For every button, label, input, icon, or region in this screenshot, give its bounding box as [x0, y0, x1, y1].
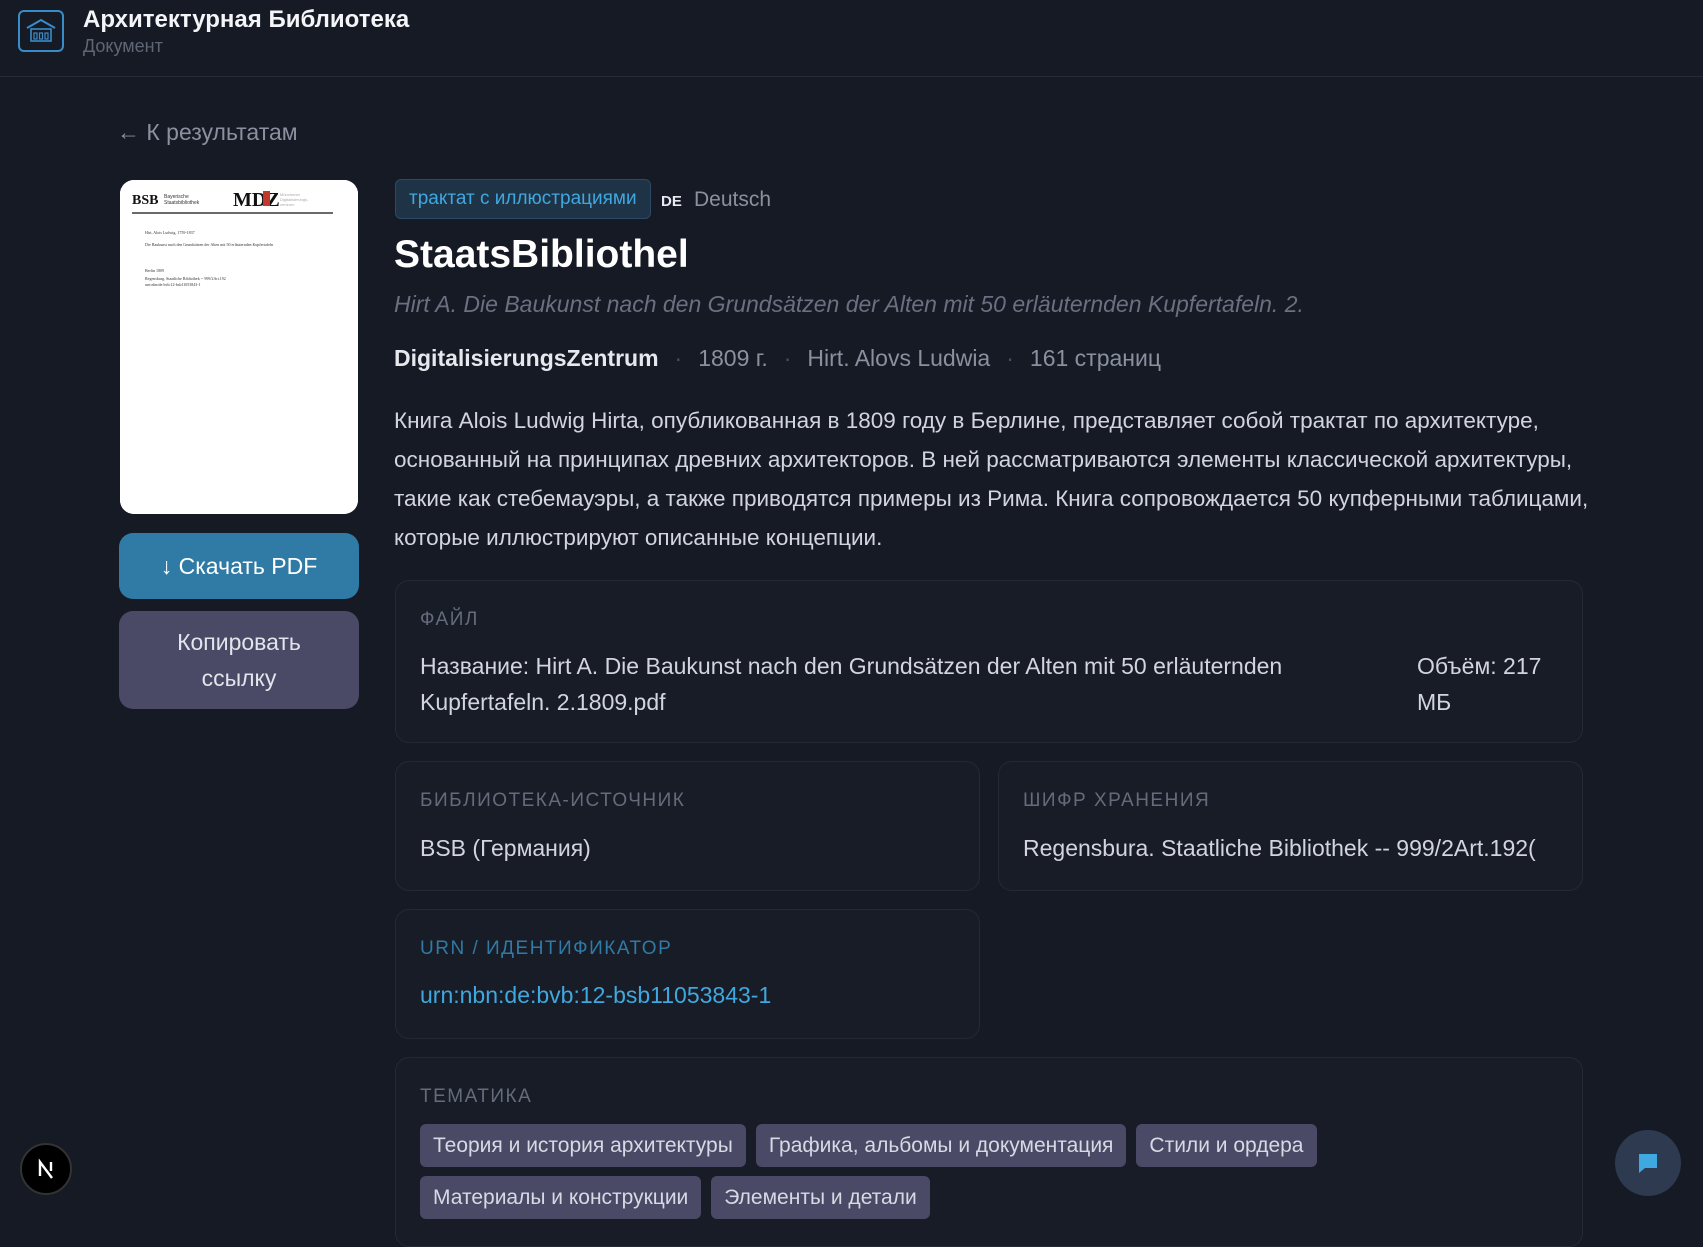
app-title: Архитектурная Библиотека [83, 6, 410, 33]
publisher: DigitalisierungsZentrum [394, 345, 659, 371]
file-card-label: ФАЙЛ [420, 609, 479, 630]
language-name: Deutsch [694, 188, 772, 211]
document-subtitle: Hirt A. Die Baukunst nach den Grundsätze… [394, 291, 1304, 317]
topic-tag[interactable]: Стили и ордера [1136, 1124, 1317, 1167]
source-library-label: БИБЛИОТЕКА-ИСТОЧНИК [420, 790, 686, 811]
urn-label: URN / ИДЕНТИФИКАТОР [420, 938, 673, 959]
cover-page-image: BSB Bayerische Staatsbibliothek MDZ Münc… [120, 180, 358, 514]
copy-link-button[interactable]: Копировать ссылку [119, 611, 359, 709]
file-size: Объём: 217 МБ [1417, 653, 1542, 715]
app-subtitle: Документ [83, 36, 163, 56]
topic-tags: Теория и история архитектуры Графика, ал… [420, 1124, 1520, 1219]
cover-line-place: Berlin 1809 [145, 268, 164, 273]
language-code: DE [661, 193, 682, 210]
file-name: Название: Hirt A. Die Baukunst nach den … [420, 653, 1283, 715]
urn-link[interactable]: urn:nbn:de:bvb:12-bsb11053843-1 [420, 982, 771, 1009]
document-meta: DigitalisierungsZentrum · 1809 г. · Hirt… [394, 345, 1161, 372]
svg-text:Staatsbibliothek: Staatsbibliothek [164, 200, 200, 206]
library-building-icon[interactable] [18, 10, 64, 52]
topic-tag[interactable]: Графика, альбомы и документация [755, 1124, 1127, 1167]
document-description: Книга Alois Ludwig Hirta, опубликованная… [394, 408, 1589, 550]
next-js-icon[interactable] [20, 1143, 72, 1195]
meta-separator: · [674, 345, 683, 371]
svg-text:zentrum: zentrum [280, 202, 295, 207]
document-cover-thumbnail[interactable]: BSB Bayerische Staatsbibliothek MDZ Münc… [120, 180, 358, 514]
source-library-value: BSB (Германия) [420, 835, 591, 861]
cover-line-title: Die Baukunst nach den Grundsätzen der Al… [145, 242, 273, 247]
shelfmark-value: Regensbura. Staatliche Bibliothek -- 999… [1023, 835, 1536, 861]
author: Hirt. Alovs Ludwia [807, 345, 991, 371]
year: 1809 г. [698, 345, 768, 371]
meta-separator: · [783, 345, 792, 371]
shelfmark-label: ШИФР ХРАНЕНИЯ [1023, 790, 1211, 811]
topic-tag[interactable]: Элементы и детали [711, 1176, 930, 1219]
source-library-card: БИБЛИОТЕКА-ИСТОЧНИК BSB (Германия) [395, 761, 980, 891]
chat-bubble-icon[interactable] [1615, 1130, 1681, 1196]
meta-separator: · [1006, 345, 1014, 371]
topic-tag[interactable]: Теория и история архитектуры [420, 1124, 746, 1167]
document-type-badge: трактат с иллюстрациями [395, 179, 651, 219]
app-header: Архитектурная Библиотека Документ [0, 0, 1703, 77]
page-count: 161 страниц [1029, 345, 1162, 371]
urn-card: URN / ИДЕНТИФИКАТОР urn:nbn:de:bvb:12-bs… [395, 909, 980, 1039]
download-pdf-button[interactable]: ↓ Скачать PDF [119, 533, 359, 599]
document-title: StaatsBibliothel [394, 233, 689, 276]
back-to-results-link[interactable]: ← К результатам [117, 119, 298, 146]
topic-tag[interactable]: Материалы и конструкции [420, 1176, 702, 1219]
svg-text:MDZ: MDZ [233, 189, 280, 211]
topics-label: ТЕМАТИКА [420, 1086, 533, 1107]
file-card: ФАЙЛ Название: Hirt A. Die Baukunst nach… [395, 580, 1583, 743]
shelfmark-card: ШИФР ХРАНЕНИЯ Regensbura. Staatliche Bib… [998, 761, 1583, 891]
svg-text:BSB: BSB [132, 193, 158, 208]
cover-line-urn: urn:nbn:de:bvb:12-bsb11053843-1 [145, 282, 201, 287]
